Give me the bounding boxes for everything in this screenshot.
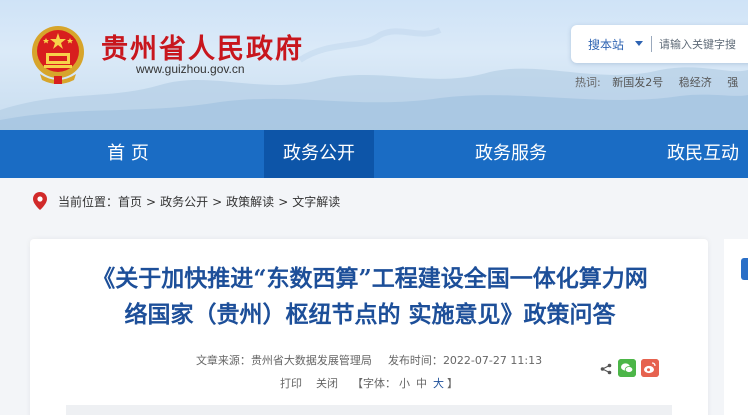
hotword-link[interactable]: 稳经济	[679, 76, 712, 89]
search-scope-select[interactable]: 搜本站	[588, 36, 624, 53]
article-tools: 打印 关闭 【字体：小中大】	[30, 375, 708, 391]
breadcrumb-policy-interpretation[interactable]: 政策解读	[226, 195, 274, 209]
source-label: 文章来源：	[195, 354, 251, 367]
national-emblem-icon	[32, 26, 84, 84]
font-size-large[interactable]: 大	[433, 377, 444, 390]
breadcrumb-home[interactable]: 首页	[118, 195, 142, 209]
breadcrumb-prefix: 当前位置：	[58, 195, 119, 209]
site-title[interactable]: 贵州省人民政府	[101, 27, 304, 66]
side-panel-tab[interactable]	[741, 258, 748, 280]
article-title: 《关于加快推进“东数西算”工程建设全国一体化算力网 络国家（贵州）枢纽节点的 实…	[70, 261, 670, 333]
close-button[interactable]: 关闭	[316, 377, 338, 390]
search-box: 搜本站	[571, 25, 748, 63]
site-header: 贵州省人民政府 www.guizhou.gov.cn 搜本站 热词: 新国发2号…	[0, 0, 748, 130]
site-url[interactable]: www.guizhou.gov.cn	[136, 62, 245, 76]
hotword-link[interactable]: 新国发2号	[612, 76, 663, 89]
nav-item-government-services[interactable]: 政务服务	[456, 130, 566, 178]
nav-item-public-interaction[interactable]: 政民互动	[648, 130, 748, 178]
search-divider	[651, 36, 652, 52]
font-size-small[interactable]: 小	[399, 377, 410, 390]
publish-time: 2022-07-27 11:13	[442, 354, 543, 367]
breadcrumb: 当前位置：首页 > 政务公开 > 政策解读 > 文字解读	[0, 178, 748, 224]
main-nav: 首 页 政务公开 政务服务 政民互动	[0, 130, 748, 178]
hotwords: 热词: 新国发2号 稳经济 强	[575, 74, 748, 90]
nav-item-government-affairs-disclosure[interactable]: 政务公开	[264, 130, 374, 178]
weibo-share-icon[interactable]	[641, 359, 659, 377]
search-input[interactable]	[659, 35, 748, 53]
breadcrumb-separator: >	[278, 195, 289, 209]
breadcrumb-trail: 当前位置：首页 > 政务公开 > 政策解读 > 文字解读	[58, 193, 340, 210]
font-size-label: 【字体：	[352, 377, 396, 390]
hotwords-label: 热词:	[575, 76, 601, 89]
share-icon[interactable]	[600, 363, 612, 375]
article-content-top	[66, 405, 672, 415]
breadcrumb-separator: >	[146, 195, 157, 209]
breadcrumb-separator: >	[212, 195, 223, 209]
article-title-line: 络国家（贵州）枢纽节点的 实施意见》政策问答	[124, 301, 616, 328]
hotword-link[interactable]: 强	[727, 76, 738, 89]
article-title-line: 《关于加快推进“东数西算”工程建设全国一体化算力网	[92, 265, 648, 292]
article-source: 贵州省大数据发展管理局	[250, 354, 372, 367]
font-size-bracket: 】	[447, 377, 458, 390]
print-button[interactable]: 打印	[280, 377, 302, 390]
font-size-medium[interactable]: 中	[416, 377, 427, 390]
chevron-down-icon[interactable]	[635, 41, 643, 46]
publish-time-label: 发布时间：	[387, 354, 443, 367]
article-card: 《关于加快推进“东数西算”工程建设全国一体化算力网 络国家（贵州）枢纽节点的 实…	[30, 239, 708, 415]
breadcrumb-text-interpretation[interactable]: 文字解读	[292, 195, 340, 209]
nav-item-home[interactable]: 首 页	[58, 130, 198, 178]
wechat-share-icon[interactable]	[618, 359, 636, 377]
location-pin-icon	[33, 192, 47, 210]
breadcrumb-government-affairs-disclosure[interactable]: 政务公开	[160, 195, 208, 209]
